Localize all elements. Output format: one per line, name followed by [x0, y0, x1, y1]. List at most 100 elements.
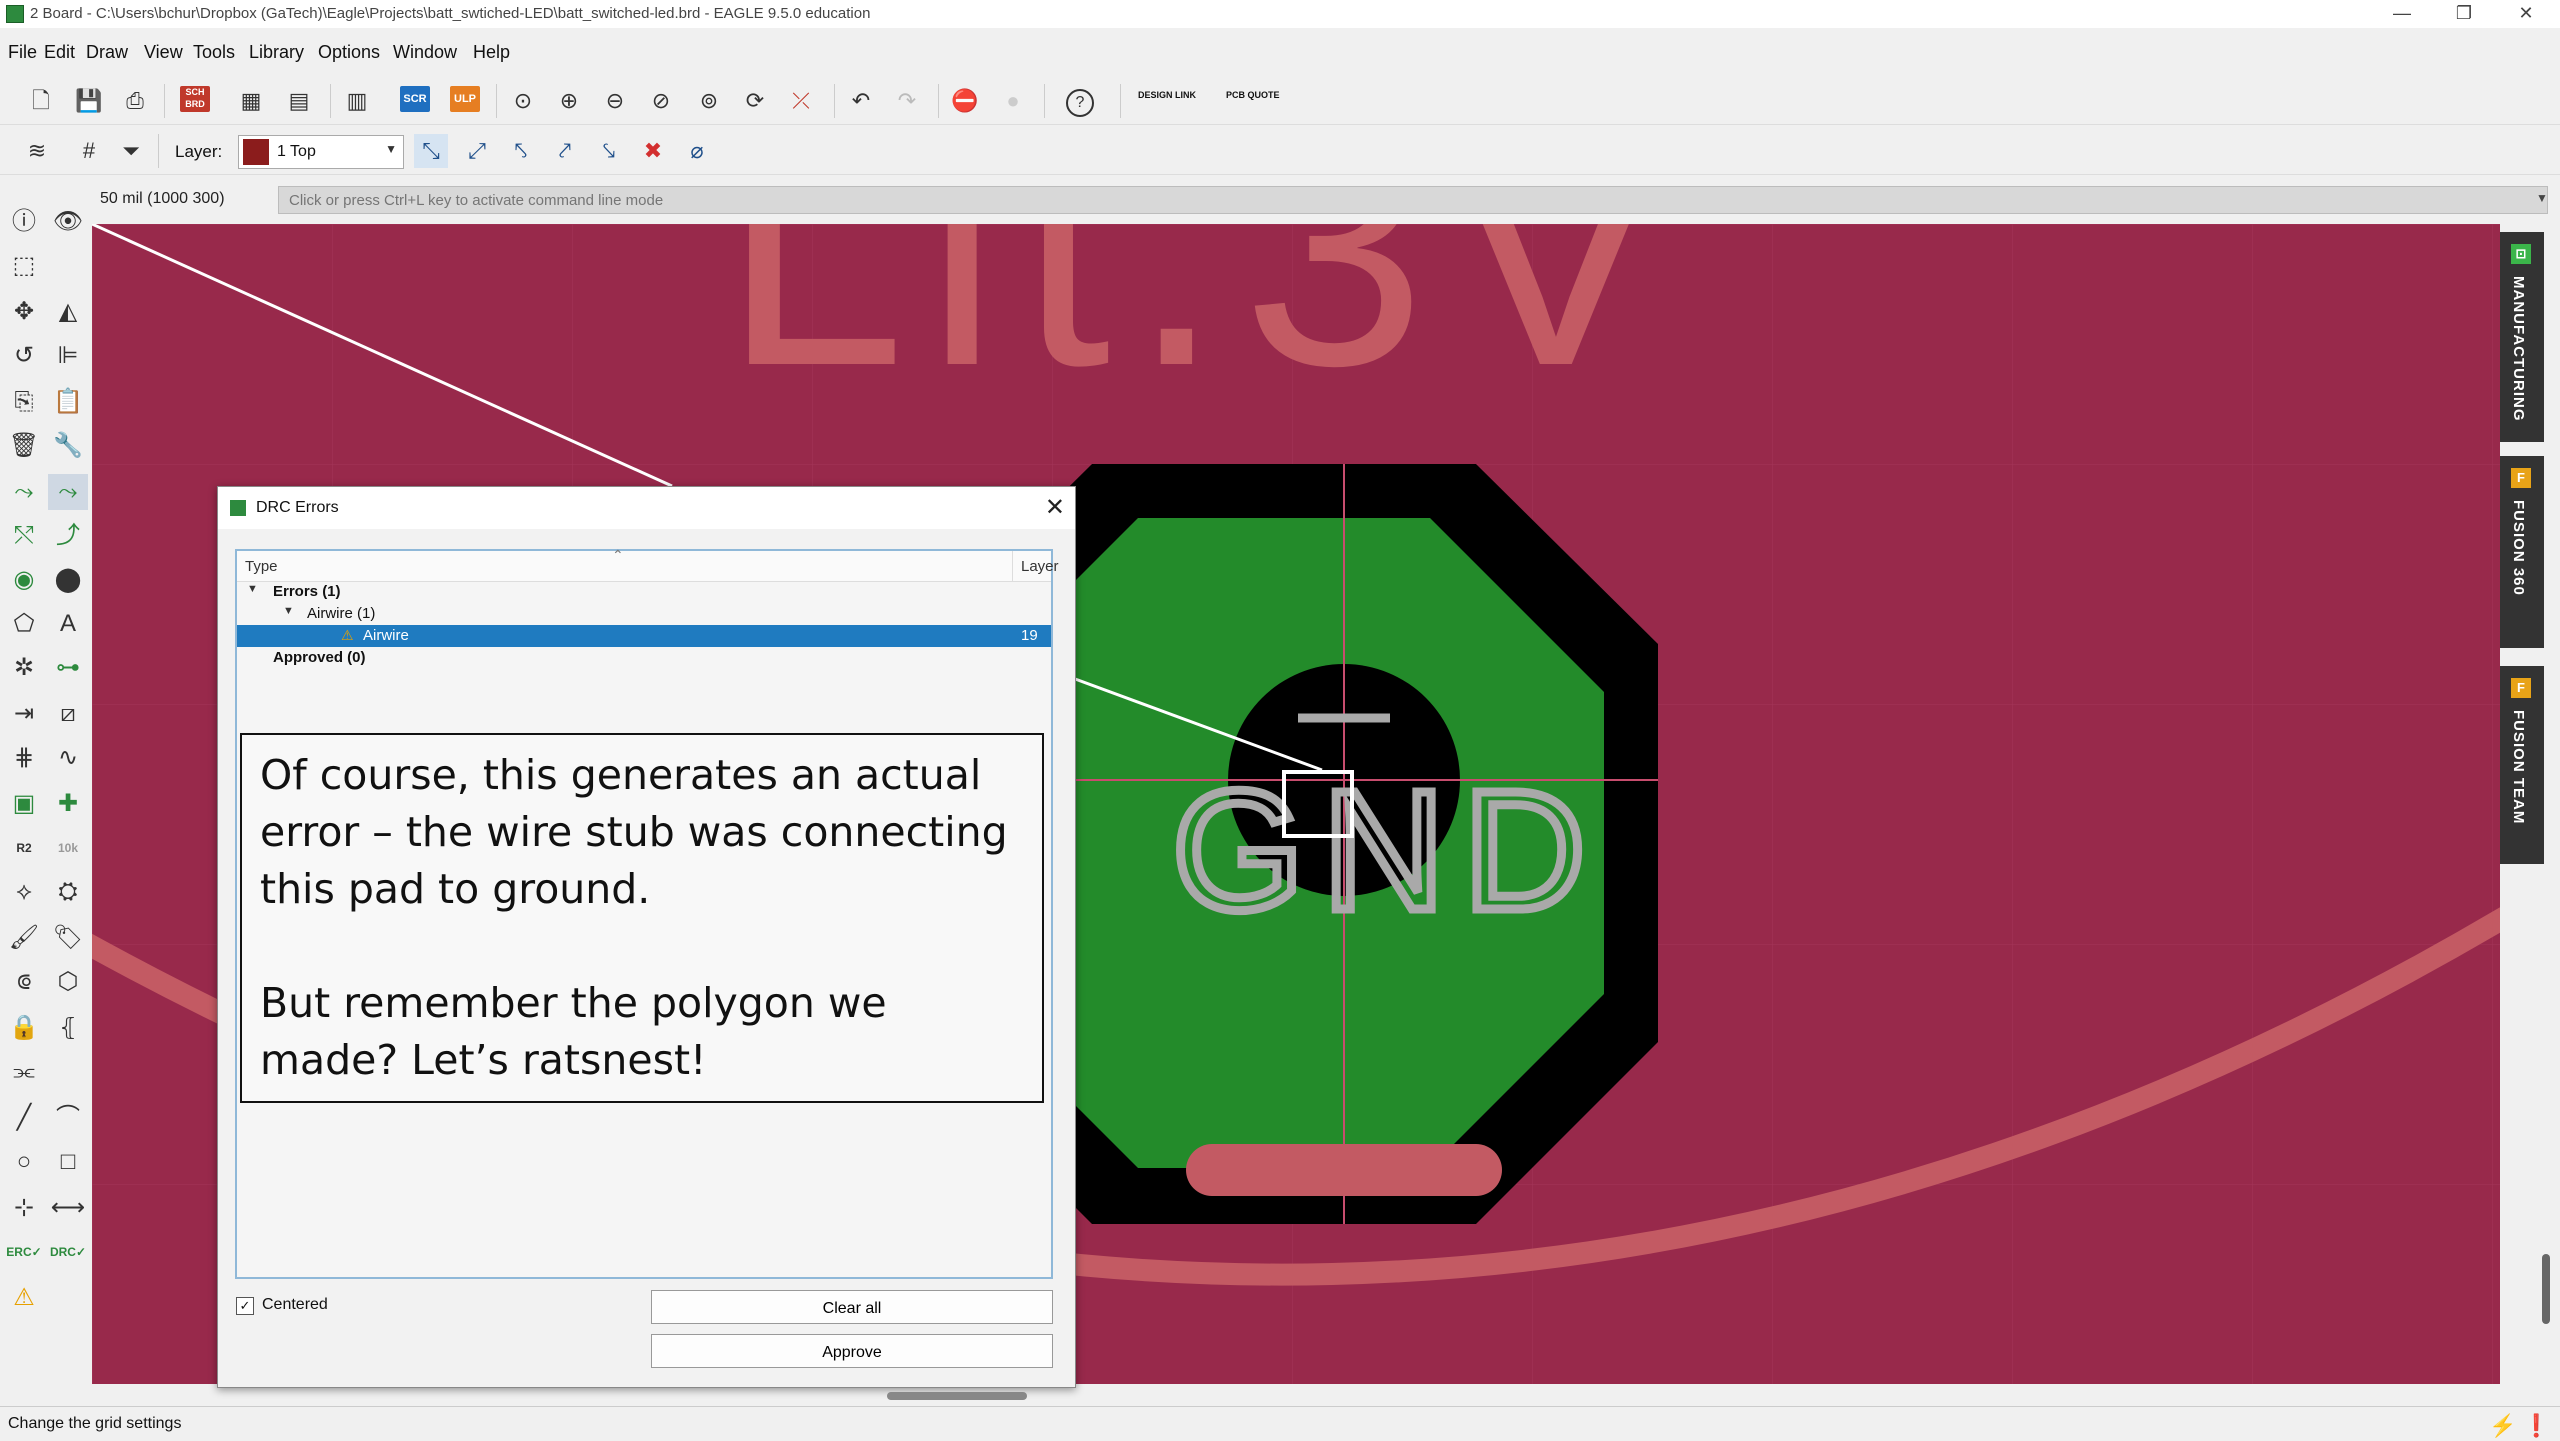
expand-icon[interactable]: ▼ [247, 583, 258, 595]
menu-help[interactable]: Help [473, 42, 510, 63]
route-mode-3-icon[interactable]: ⤣ [504, 134, 538, 168]
lightning-icon[interactable]: ⚡ [2489, 1413, 2516, 1438]
ratsnest-icon[interactable]: ✲ [4, 650, 44, 686]
lock-icon[interactable]: 🔒 [4, 1010, 44, 1046]
close-icon[interactable]: ✕ [1045, 493, 1065, 522]
route-mode-2-icon[interactable]: ⤢ [460, 134, 494, 168]
erc-icon[interactable]: ERC✓ [4, 1234, 44, 1270]
tab-fusion-team[interactable]: F FUSION TEAM [2500, 666, 2544, 864]
smash-icon[interactable]: ⟡ [4, 874, 44, 910]
tab-fusion-360[interactable]: F FUSION 360 [2500, 456, 2544, 648]
route-active-icon[interactable]: ⤳ [48, 474, 88, 510]
zoom-select-icon[interactable]: ⊚ [692, 84, 726, 118]
route-loop-icon[interactable]: ⤥ [592, 134, 626, 168]
zoom-previous-icon[interactable]: ⊘ [644, 84, 678, 118]
select-icon[interactable]: ⬚ [4, 248, 44, 284]
rotate-icon[interactable]: ↺ [4, 338, 44, 374]
dimension-icon[interactable]: ⟷ [48, 1190, 88, 1226]
split-icon[interactable]: ⤲ [4, 518, 44, 554]
circle-icon[interactable]: ○ [4, 1144, 44, 1180]
close-window-button[interactable]: ✕ [2496, 0, 2556, 28]
replace-icon[interactable]: ✚ [48, 786, 88, 822]
menu-tools[interactable]: Tools [193, 42, 235, 63]
warning-icon[interactable]: ⚠ [4, 1280, 44, 1316]
optimize-icon[interactable]: ⦃ [48, 1010, 88, 1046]
new-file-icon[interactable]: 🗋 [24, 84, 58, 118]
cancel-command-icon[interactable]: ⤫ [784, 84, 818, 118]
pin-swap-icon[interactable]: ⟃ [4, 964, 44, 1000]
approve-button[interactable]: Approve [651, 1334, 1053, 1368]
meander-icon[interactable]: ⤴ [48, 518, 88, 554]
drc-icon[interactable]: DRC✓ [48, 1234, 88, 1270]
layer-settings-icon[interactable]: ≋ [20, 134, 54, 168]
tree-row-airwire[interactable]: ⚠ Airwire 19 [237, 625, 1051, 647]
ripup-icon[interactable]: ✖ [636, 134, 670, 168]
show-icon[interactable]: 👁 [48, 204, 88, 240]
stop-icon[interactable]: ⛔ [948, 84, 982, 118]
route-mode-icon[interactable]: ⤡ [414, 134, 448, 168]
arc-icon[interactable]: ⌒ [48, 1100, 88, 1136]
cam-processor-icon[interactable]: ▦ [234, 84, 268, 118]
add-part-icon[interactable]: ▣ [4, 786, 44, 822]
fanout-icon[interactable]: ⇥ [4, 696, 44, 732]
group-icon[interactable]: ⬡ [48, 964, 88, 1000]
menu-edit[interactable]: Edit [44, 42, 75, 63]
minimize-button[interactable]: — [2372, 0, 2432, 28]
wave-icon[interactable]: ∿ [48, 740, 88, 776]
centered-checkbox[interactable]: ✓ [236, 1297, 254, 1315]
column-layer[interactable]: Layer [1021, 558, 1059, 575]
save-icon[interactable]: 💾 [72, 84, 106, 118]
menu-view[interactable]: View [144, 42, 183, 63]
move-icon[interactable]: ✥ [4, 294, 44, 330]
help-icon[interactable]: ? [1066, 89, 1094, 117]
command-history-dropdown-icon[interactable]: ▼ [2536, 191, 2548, 205]
pcb-quote-button[interactable]: PCB QUOTE [1226, 90, 1286, 100]
split-wire-icon[interactable]: ⫘ [4, 1054, 44, 1090]
menu-window[interactable]: Window [393, 42, 457, 63]
bus-icon[interactable]: ⋕ [4, 740, 44, 776]
restore-button[interactable]: ❐ [2434, 0, 2494, 28]
filter-icon[interactable]: ⏷ [114, 134, 148, 168]
expand-icon[interactable]: ▼ [283, 605, 294, 617]
vertical-scrollbar[interactable] [2542, 1254, 2550, 1324]
horizontal-scrollbar[interactable] [887, 1392, 1027, 1400]
print-icon[interactable]: ⎙ [118, 84, 152, 118]
zoom-fit-icon[interactable]: ⊙ [506, 84, 540, 118]
zoom-out-icon[interactable]: ⊖ [598, 84, 632, 118]
redraw-icon[interactable]: ⟳ [738, 84, 772, 118]
wire-icon[interactable]: ╱ [4, 1100, 44, 1136]
info-icon[interactable]: ⓘ [4, 204, 44, 240]
name-r2-icon[interactable]: R2 [4, 830, 44, 866]
menu-file[interactable]: File [8, 42, 37, 63]
line-tool-icon[interactable]: ⧄ [48, 696, 88, 732]
ulp-button[interactable]: ULP [450, 86, 480, 112]
value-10k-icon[interactable]: 10k [48, 830, 88, 866]
alert-icon[interactable]: ❗ [2523, 1413, 2550, 1438]
rectangle-icon[interactable]: □ [48, 1144, 88, 1180]
grid-icon[interactable]: # [72, 134, 106, 168]
menu-library[interactable]: Library [249, 42, 304, 63]
script-button[interactable]: SCR [400, 86, 430, 112]
hole-icon[interactable]: ⬤ [48, 562, 88, 598]
mark-icon[interactable]: ⊹ [4, 1190, 44, 1226]
change-icon[interactable]: ⛭ [48, 874, 88, 910]
delete-icon[interactable]: 🗑 [4, 428, 44, 464]
copy-icon[interactable]: ⎘ [4, 384, 44, 420]
clear-all-button[interactable]: Clear all [651, 1290, 1053, 1324]
via-icon[interactable]: ⌀ [680, 134, 714, 168]
attribute-tag-icon[interactable]: 🏷 [48, 920, 88, 956]
paint-icon[interactable]: 🖌 [4, 920, 44, 956]
route-follow-icon[interactable]: ⤤ [548, 134, 582, 168]
tree-row-airwire-group[interactable]: ▼ Airwire (1) [237, 603, 1051, 625]
signal-icon[interactable]: ⊶ [48, 650, 88, 686]
design-link-button[interactable]: DESIGN LINK [1138, 90, 1198, 100]
menu-draw[interactable]: Draw [86, 42, 128, 63]
sch-brd-switch-button[interactable]: SCH BRD [180, 86, 210, 112]
zoom-in-icon[interactable]: ⊕ [552, 84, 586, 118]
polygon-icon[interactable]: ⬠ [4, 606, 44, 642]
menu-options[interactable]: Options [318, 42, 380, 63]
text-icon[interactable]: A [48, 606, 88, 642]
mirror-icon[interactable]: ◭ [48, 294, 88, 330]
layer-select[interactable]: 1 Top ▼ [238, 135, 404, 169]
go-icon[interactable]: ● [996, 84, 1030, 118]
